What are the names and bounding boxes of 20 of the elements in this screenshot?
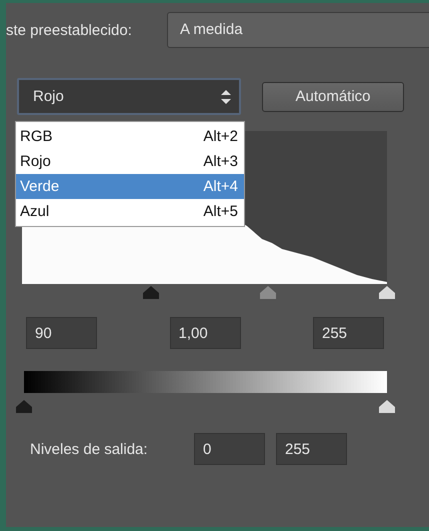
slider-thumb[interactable] bbox=[379, 400, 395, 413]
input-field[interactable]: 90 bbox=[26, 317, 97, 349]
slider-thumb[interactable] bbox=[142, 286, 159, 299]
slider-thumb[interactable] bbox=[379, 286, 395, 299]
input-field[interactable]: 255 bbox=[313, 317, 384, 349]
slider-thumb[interactable] bbox=[16, 400, 32, 413]
auto-button[interactable]: Automático bbox=[262, 82, 404, 112]
preset-label: ste preestablecido: bbox=[6, 22, 133, 38]
menu-item[interactable]: Verde Alt+4 bbox=[16, 174, 244, 199]
menu-item[interactable]: Azul Alt+5 bbox=[16, 199, 244, 224]
channel-dropdown[interactable]: Rojo bbox=[17, 78, 241, 115]
output-levels-label: Niveles de salida: bbox=[30, 440, 149, 458]
menu-item[interactable]: Rojo Alt+3 bbox=[16, 149, 244, 174]
input-field[interactable]: 1,00 bbox=[170, 317, 240, 349]
output-field[interactable]: 255 bbox=[276, 433, 347, 465]
menu-item[interactable]: RGB Alt+2 bbox=[16, 124, 244, 149]
slider-thumb[interactable] bbox=[260, 286, 276, 299]
updown-icon bbox=[221, 90, 231, 104]
preset-dropdown[interactable]: A medida bbox=[167, 12, 429, 48]
output-field[interactable]: 0 bbox=[194, 433, 265, 465]
